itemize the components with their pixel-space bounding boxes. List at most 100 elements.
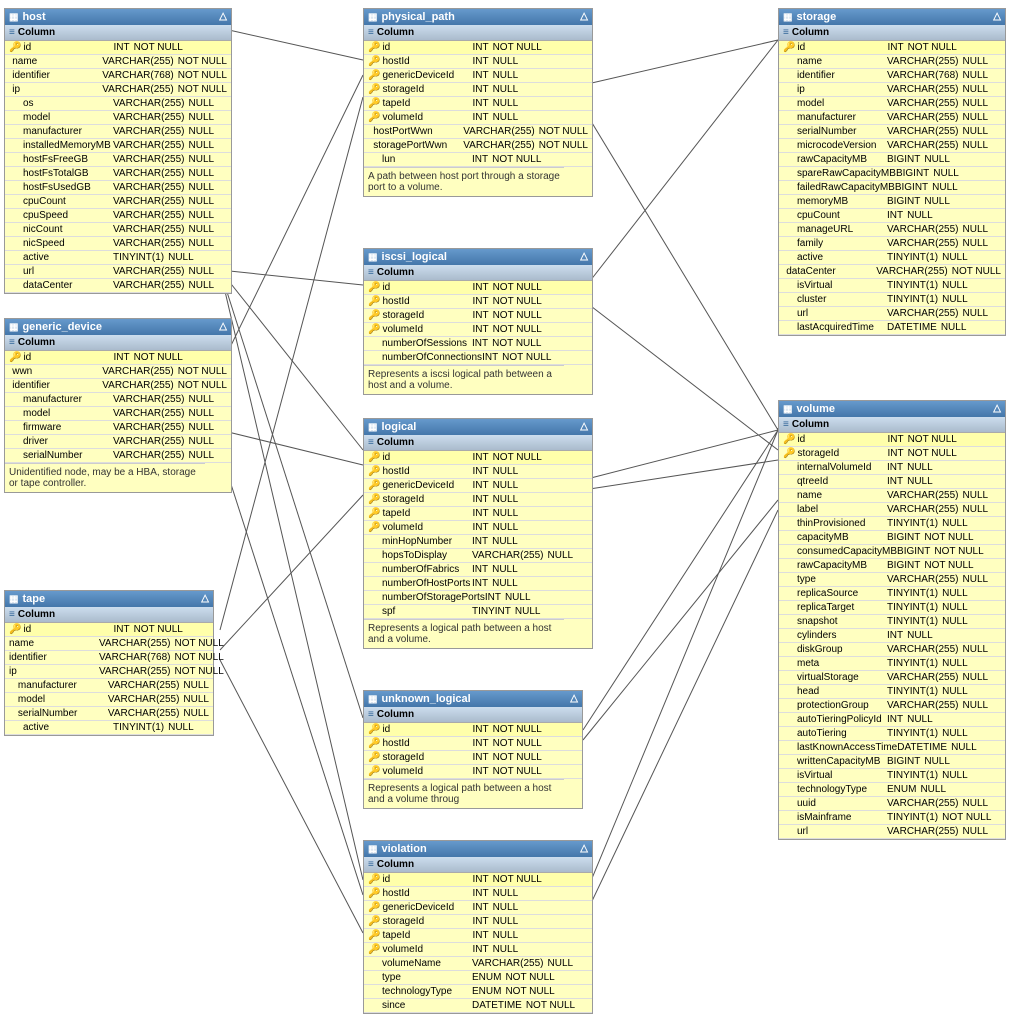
storage-table-header[interactable]: ▦ storage △ (779, 9, 1005, 25)
table-note: Unidentified node, may be a HBA, storage… (5, 463, 205, 492)
table-row: 🔑volumeIdINTNULL (364, 943, 592, 957)
pk-icon: 🔑 (783, 434, 795, 445)
table-row: 🔑hostIdINTNULL (364, 465, 592, 479)
table-row: nicSpeedVARCHAR(255)NULL (5, 237, 231, 251)
resize-handle[interactable]: △ (993, 11, 1001, 22)
generic-device-table: ▦ generic_device △ ≡ Column 🔑 id INT NOT… (4, 318, 232, 493)
resize-handle[interactable]: △ (580, 843, 588, 854)
pk-icon: 🔑 (9, 352, 21, 363)
eq-icon: ≡ (9, 337, 15, 348)
resize-handle[interactable]: △ (580, 251, 588, 262)
table-icon: ▦ (9, 322, 18, 333)
fk-icon: 🔑 (368, 494, 380, 505)
table-row: labelVARCHAR(255)NULL (779, 503, 1005, 517)
eq-icon: ≡ (368, 859, 374, 870)
volume-table-header[interactable]: ▦ volume △ (779, 401, 1005, 417)
iscsi-logical-table-title: iscsi_logical (381, 251, 446, 263)
table-row: nameVARCHAR(255)NULL (779, 489, 1005, 503)
table-row: 🔑hostIdINTNOT NULL (364, 737, 582, 751)
fk-icon: 🔑 (368, 522, 380, 533)
fk-icon: 🔑 (368, 84, 380, 95)
table-row: identifierVARCHAR(768)NOT NULL (5, 651, 213, 665)
table-row: sinceDATETIMENOT NULL (364, 999, 592, 1013)
table-row: numberOfFabricsINTNULL (364, 563, 592, 577)
resize-handle[interactable]: △ (993, 403, 1001, 414)
table-row: lastAcquiredTimeDATETIMENULL (779, 321, 1005, 335)
table-icon: ▦ (368, 844, 377, 855)
table-icon: ▦ (783, 12, 792, 23)
table-row: 🔑genericDeviceIdINTNULL (364, 479, 592, 493)
generic-device-table-header[interactable]: ▦ generic_device △ (5, 319, 231, 335)
table-row: metaTINYINT(1)NULL (779, 657, 1005, 671)
resize-handle[interactable]: △ (219, 321, 227, 332)
table-row: 🔑volumeIdINTNOT NULL (364, 323, 592, 337)
fk-icon: 🔑 (783, 448, 795, 459)
pk-icon: 🔑 (9, 42, 21, 53)
table-row: identifierVARCHAR(255)NOT NULL (5, 379, 231, 393)
col-header: ≡ Column (364, 857, 592, 873)
table-row: capacityMBBIGINTNOT NULL (779, 531, 1005, 545)
table-row: hostFsTotalGBVARCHAR(255)NULL (5, 167, 231, 181)
table-row: 🔑 id INT NOT NULL (5, 41, 231, 55)
fk-icon: 🔑 (368, 738, 380, 749)
table-row: hopsToDisplayVARCHAR(255)NULL (364, 549, 592, 563)
table-row: modelVARCHAR(255)NULL (779, 97, 1005, 111)
eq-icon: ≡ (9, 27, 15, 38)
eq-icon: ≡ (783, 27, 789, 38)
table-row: 🔑volumeIdINTNULL (364, 521, 592, 535)
violation-table-header[interactable]: ▦ violation △ (364, 841, 592, 857)
table-row: ipVARCHAR(255)NOT NULL (5, 83, 231, 97)
table-row: memoryMBBIGINTNULL (779, 195, 1005, 209)
table-icon: ▦ (783, 404, 792, 415)
table-row: numberOfSessionsINTNOT NULL (364, 337, 592, 351)
resize-handle[interactable]: △ (219, 11, 227, 22)
table-row: manufacturerVARCHAR(255)NULL (5, 125, 231, 139)
resize-handle[interactable]: △ (201, 593, 209, 604)
table-row: numberOfHostPortsINTNULL (364, 577, 592, 591)
table-row: serialNumberVARCHAR(255)NULL (5, 449, 231, 463)
physical-path-table-header[interactable]: ▦ physical_path △ (364, 9, 592, 25)
col-header: ≡ Column (364, 25, 592, 41)
logical-table-header[interactable]: ▦ logical △ (364, 419, 592, 435)
table-row: numberOfStoragePortsINTNULL (364, 591, 592, 605)
pk-icon: 🔑 (9, 624, 21, 635)
fk-icon: 🔑 (368, 752, 380, 763)
fk-icon: 🔑 (368, 310, 380, 321)
table-row: 🔑volumeIdINTNOT NULL (364, 765, 582, 779)
table-row: manageURLVARCHAR(255)NULL (779, 223, 1005, 237)
table-row: 🔑storageIdINTNOT NULL (364, 309, 592, 323)
table-row: 🔑 id INT NOT NULL (5, 351, 231, 365)
iscsi-logical-table-header[interactable]: ▦ iscsi_logical △ (364, 249, 592, 265)
table-row: spareRawCapacityMBBIGINTNULL (779, 167, 1005, 181)
table-row: cpuSpeedVARCHAR(255)NULL (5, 209, 231, 223)
table-icon: ▦ (9, 594, 18, 605)
col-header: ≡ Column (364, 435, 592, 451)
table-row: activeTINYINT(1)NULL (779, 251, 1005, 265)
unknown-logical-table-header[interactable]: ▦ unknown_logical △ (364, 691, 582, 707)
host-table: ▦ host △ ≡ Column 🔑 id INT NOT NULL name… (4, 8, 232, 294)
table-row: 🔑storageIdINTNULL (364, 83, 592, 97)
host-table-header[interactable]: ▦ host △ (5, 9, 231, 25)
logical-table: ▦ logical △ ≡ Column 🔑 id INT NOT NULL 🔑… (363, 418, 593, 649)
resize-handle[interactable]: △ (580, 421, 588, 432)
tape-table-header[interactable]: ▦ tape △ (5, 591, 213, 607)
fk-icon: 🔑 (368, 466, 380, 477)
fk-icon: 🔑 (368, 766, 380, 777)
table-row: hostFsFreeGBVARCHAR(255)NULL (5, 153, 231, 167)
table-row: cpuCountVARCHAR(255)NULL (5, 195, 231, 209)
resize-handle[interactable]: △ (570, 693, 578, 704)
table-row: osVARCHAR(255)NULL (5, 97, 231, 111)
resize-handle[interactable]: △ (580, 11, 588, 22)
table-row: virtualStorageVARCHAR(255)NULL (779, 671, 1005, 685)
table-row: 🔑 id INT NOT NULL (5, 623, 213, 637)
col-header: ≡ Column (779, 25, 1005, 41)
table-row: serialNumberVARCHAR(255)NULL (5, 707, 213, 721)
eq-icon: ≡ (368, 27, 374, 38)
table-row: urlVARCHAR(255)NULL (779, 825, 1005, 839)
table-row: internalVolumeIdINTNULL (779, 461, 1005, 475)
table-row: lastKnownAccessTimeDATETIMENULL (779, 741, 1005, 755)
pk-icon: 🔑 (368, 282, 380, 293)
table-row: typeENUMNOT NULL (364, 971, 592, 985)
fk-icon: 🔑 (368, 296, 380, 307)
table-row: 🔑storageIdINTNOT NULL (364, 751, 582, 765)
